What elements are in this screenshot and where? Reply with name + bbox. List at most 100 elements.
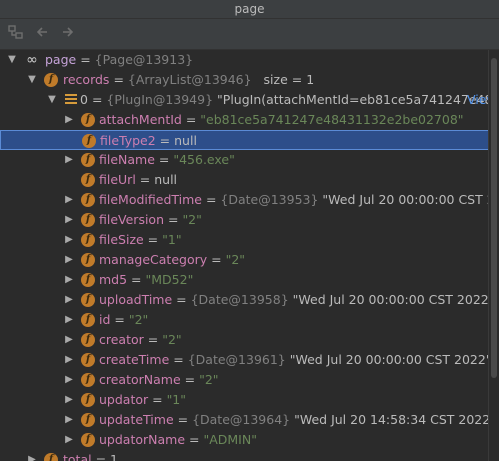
field-icon: f [81,113,95,127]
toolbar [0,19,499,50]
field-name: records [63,72,110,87]
field-name: id [99,312,111,327]
tree-layout-icon[interactable] [6,24,26,44]
object-reference: {Date@13964} [192,412,291,427]
field-value: null [154,172,178,187]
field-value: "2" [225,252,246,267]
tree-row-field[interactable]: ▶ f uploadTime = {Date@13958} "Wed Jul 20 … [0,290,489,310]
field-name: fileName [99,152,155,167]
chevron-right-icon[interactable]: ▶ [63,370,75,390]
chevron-right-icon[interactable]: ▶ [63,190,75,210]
chevron-right-icon[interactable]: ▶ [26,450,38,461]
field-icon: f [81,333,95,347]
chevron-right-icon[interactable]: ▶ [63,250,75,270]
field-name: fileModifiedTime [99,192,202,207]
field-value: "2" [199,372,219,387]
tree-row-field[interactable]: f fileType2 = null [0,130,489,150]
field-name: uploadTime [99,292,173,307]
chevron-down-icon[interactable]: ▼ [6,50,18,70]
tree-row-field[interactable]: ▶ f creatorName = "2" [0,370,489,390]
field-icon: f [44,453,58,461]
tree-row-records[interactable]: ▼ f records = {ArrayList@13946} size = 1 [0,70,489,90]
field-name: manageCategory [99,252,208,267]
tree-row-field[interactable]: ▶ f fileName = "456.exe" [0,150,489,170]
scrollbar-thumb[interactable] [491,58,497,378]
field-icon: f [81,313,95,327]
chevron-right-icon[interactable]: ▶ [63,290,75,310]
object-reference: {Date@13953} [220,192,319,207]
chevron-right-icon[interactable]: ▶ [63,350,75,370]
tree-row-field[interactable]: ▶ f fileSize = "1" [0,230,489,250]
field-value: "1" [162,232,182,247]
tree-row-field[interactable]: ▶ f attachMentId = "eb81ce5a741247e4843113… [0,110,489,130]
field-name: creator [99,332,144,347]
field-value: "MD52" [145,272,194,287]
field-name: total [63,452,92,461]
chevron-right-icon[interactable]: ▶ [63,150,75,170]
variables-tree: ▼ ∞ page = {Page@13913} ▼ f records = {A… [0,50,489,461]
field-name: updatorName [99,432,186,447]
field-icon: f [81,193,95,207]
chevron-right-icon[interactable]: ▶ [63,110,75,130]
tree-row-item-0[interactable]: ▼ 0 = {PlugIn@13949} "PlugIn(attachMentI… [0,90,489,110]
tree-row-total[interactable]: ▶ f total = 1 [0,450,489,461]
vertical-scrollbar[interactable] [488,50,499,461]
field-value: "eb81ce5a741247e48431132e2be02708" [200,112,464,127]
field-name: updator [99,392,149,407]
object-reference: {ArrayList@13946} [127,72,252,87]
field-name: attachMentId [99,112,182,127]
field-icon: f [81,393,95,407]
tree-row-field[interactable]: ▶ f updateTime = {Date@13964} "Wed Jul 20 … [0,410,489,430]
chevron-right-icon[interactable]: ▶ [63,270,75,290]
field-name: fileType2 [100,133,156,148]
field-name: createTime [99,352,170,367]
chevron-down-icon[interactable]: ▼ [46,90,58,110]
field-name: fileSize [99,232,144,247]
field-value: null [174,133,197,148]
chevron-right-icon[interactable]: ▶ [63,390,75,410]
tree-row-field[interactable]: ▶ f fileModifiedTime = {Date@13953} "Wed J… [0,190,489,210]
tree-row-field[interactable]: ▶ f updatorName = "ADMIN" [0,430,489,450]
field-name: updateTime [99,412,174,427]
field-value: "2" [182,212,202,227]
tree-row-field[interactable]: ▶ f id = "2" [0,310,489,330]
chevron-right-icon[interactable]: ▶ [63,310,75,330]
variable-name: page [45,52,77,67]
chevron-right-icon[interactable]: ▶ [63,330,75,350]
field-name: creatorName [99,372,181,387]
field-icon: f [81,213,95,227]
tree-row-field[interactable]: f fileUrl = null [0,170,489,190]
field-icon: f [81,273,95,287]
view-link[interactable]: View [467,90,489,110]
chevron-right-icon[interactable]: ▶ [63,210,75,230]
field-value: "2" [128,312,149,327]
field-icon: f [82,134,96,148]
chevron-down-icon[interactable]: ▼ [26,70,38,90]
object-reference: {Page@13913} [94,52,194,67]
chevron-right-icon[interactable]: ▶ [63,230,75,250]
chevron-right-icon[interactable]: ▶ [63,410,75,430]
window-title: page [0,0,499,19]
field-icon: f [81,153,95,167]
field-value: "Wed Jul 20 00:00:00 CST 2022" [292,292,489,307]
field-icon: f [81,433,95,447]
field-icon: f [81,233,95,247]
field-value: "456.exe" [173,152,235,167]
field-value: "Wed Jul 20 00:00:00 CST 2022" [322,192,489,207]
tree-row-field[interactable]: ▶ f md5 = "MD52" [0,270,489,290]
array-element-icon [65,94,77,105]
tree-row-field[interactable]: ▶ f createTime = {Date@13961} "Wed Jul 20 … [0,350,489,370]
collection-size: size = 1 [263,72,315,87]
tree-row-field[interactable]: ▶ f fileVersion = "2" [0,210,489,230]
tree-row-field[interactable]: ▶ f creator = "2" [0,330,489,350]
back-arrow-icon[interactable] [32,24,52,44]
chevron-right-icon[interactable]: ▶ [63,430,75,450]
object-reference: {PlugIn@13949} [106,92,214,107]
field-icon: f [81,353,95,367]
tree-row-page[interactable]: ▼ ∞ page = {Page@13913} [0,50,489,70]
forward-arrow-icon[interactable] [58,24,78,44]
field-icon: f [81,253,95,267]
field-icon: f [44,73,58,87]
tree-row-field[interactable]: ▶ f manageCategory = "2" [0,250,489,270]
tree-row-field[interactable]: ▶ f updator = "1" [0,390,489,410]
